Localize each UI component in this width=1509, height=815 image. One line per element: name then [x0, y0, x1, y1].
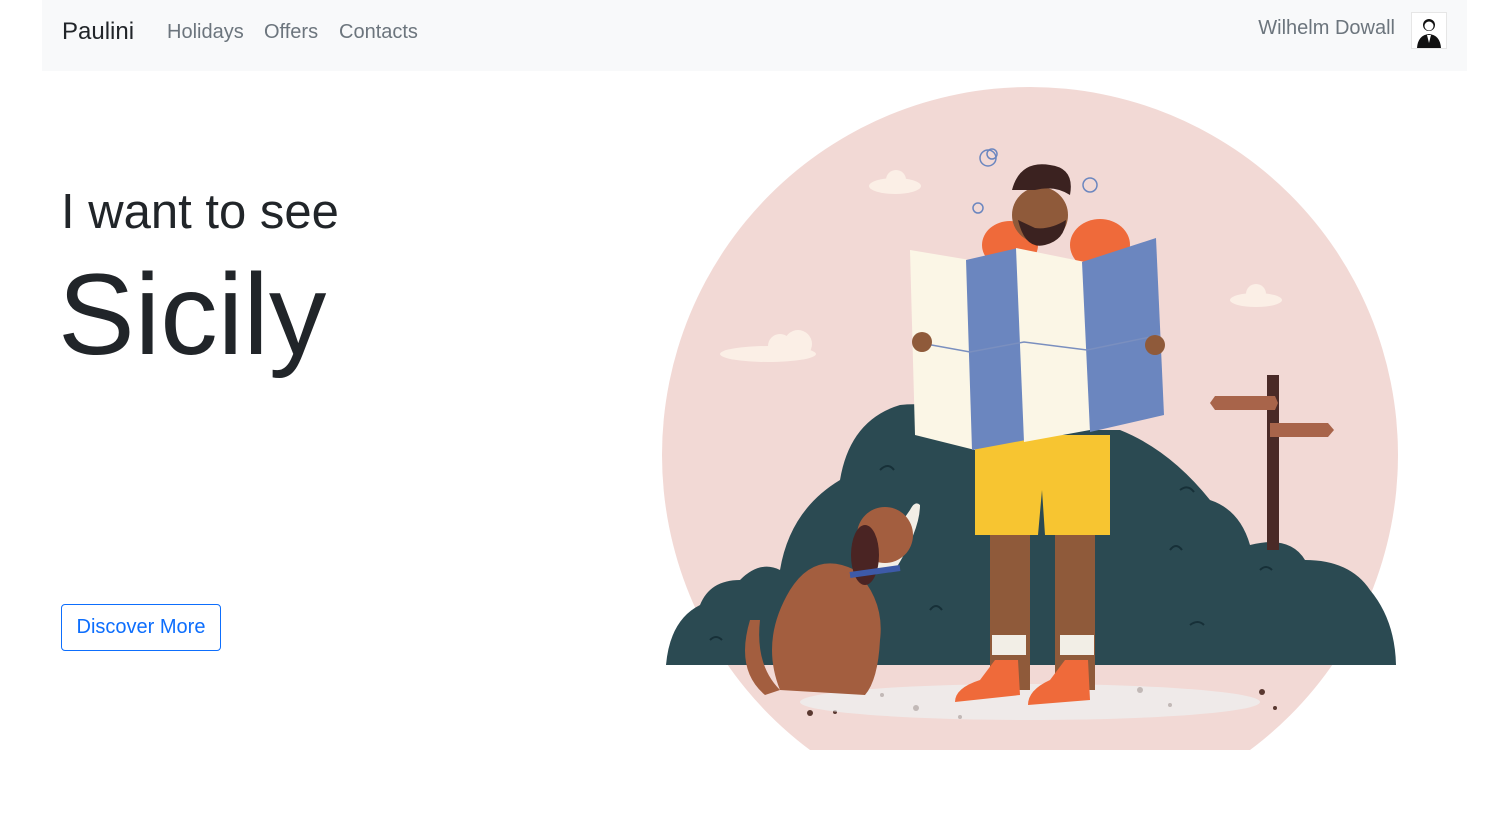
brand-logo[interactable]: Paulini	[62, 16, 134, 48]
nav-link-holidays[interactable]: Holidays	[167, 20, 244, 44]
map-illustration	[910, 238, 1164, 450]
navbar: Paulini Holidays Offers Contacts Wilhelm…	[42, 0, 1467, 71]
nav-link-offers[interactable]: Offers	[264, 20, 318, 44]
user-avatar-icon[interactable]	[1411, 12, 1447, 49]
traveler-illustration	[662, 87, 1398, 750]
hero-destination: Sicily	[58, 251, 327, 379]
user-name[interactable]: Wilhelm Dowall	[1258, 16, 1395, 40]
hero-subtitle: I want to see	[61, 185, 339, 239]
discover-more-button[interactable]: Discover More	[61, 604, 221, 651]
nav-link-contacts[interactable]: Contacts	[339, 20, 418, 44]
